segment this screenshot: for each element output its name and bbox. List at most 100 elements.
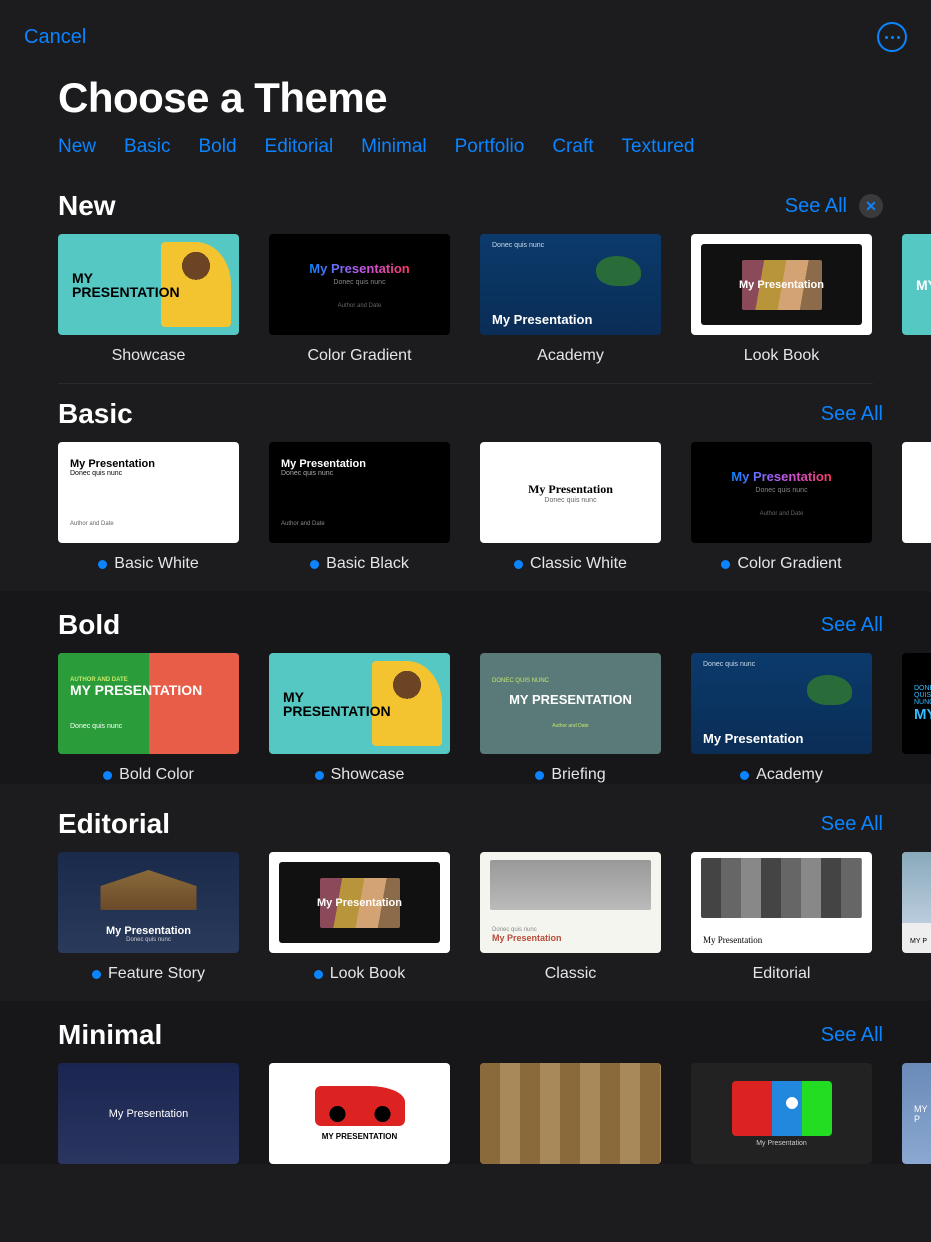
theme-thumbnail: My Presentation Donec quis nunc [480, 442, 661, 543]
theme-thumbnail [480, 1063, 661, 1164]
theme-label: Basic White [114, 555, 198, 573]
section-title-editorial: Editorial [58, 808, 170, 840]
download-indicator-icon [535, 771, 544, 780]
theme-classic-white[interactable]: My Presentation Donec quis nunc Classic … [480, 442, 661, 573]
see-all-editorial[interactable]: See All [821, 813, 883, 836]
theme-thumbnail: My Presentation Donec quis nunc Author a… [691, 442, 872, 543]
category-basic[interactable]: Basic [124, 136, 170, 158]
theme-thumbnail: Donec quis nunc My Presentation [691, 653, 872, 754]
category-craft[interactable]: Craft [552, 136, 593, 158]
theme-thumbnail: DONEC QUIS NUNC MY [902, 653, 931, 754]
see-all-new[interactable]: See All [785, 195, 847, 218]
theme-label: Bold Color [119, 766, 194, 784]
download-indicator-icon [514, 560, 523, 569]
theme-color-gradient[interactable]: My Presentation Donec quis nunc Author a… [269, 234, 450, 365]
theme-label: Showcase [331, 766, 405, 784]
see-all-bold[interactable]: See All [821, 614, 883, 637]
category-minimal[interactable]: Minimal [361, 136, 426, 158]
theme-partial[interactable]: DONEC QUIS NUNC MY [902, 653, 931, 784]
theme-label: Feature Story [108, 965, 205, 983]
theme-minimal-4[interactable]: My Presentation [691, 1063, 872, 1164]
theme-thumbnail: MY PRESENTATION [58, 234, 239, 335]
theme-label: Color Gradient [307, 347, 411, 365]
theme-label: Color Gradient [737, 555, 841, 573]
theme-thumbnail: My Presentation [691, 1063, 872, 1164]
download-indicator-icon [92, 970, 101, 979]
section-editorial: Editorial See All My Presentation Donec … [0, 794, 931, 983]
theme-thumbnail: My Presentation [269, 852, 450, 953]
theme-minimal-2[interactable]: MY PRESENTATION [269, 1063, 450, 1164]
download-indicator-icon [103, 771, 112, 780]
theme-academy-bold[interactable]: Donec quis nunc My Presentation Academy [691, 653, 872, 784]
section-title-basic: Basic [58, 398, 133, 430]
theme-thumbnail: My PresentationDonec quis nunc Author an… [269, 442, 450, 543]
theme-thumbnail: My Presentation Donec quis nunc [58, 852, 239, 953]
theme-partial[interactable]: MY P [902, 1063, 931, 1164]
theme-label: Editorial [753, 965, 811, 983]
theme-thumbnail: My Presentation [58, 1063, 239, 1164]
category-nav: New Basic Bold Editorial Minimal Portfol… [0, 136, 931, 176]
section-minimal: Minimal See All My Presentation MY PRESE… [0, 1001, 931, 1164]
ellipsis-icon [885, 36, 888, 39]
download-indicator-icon [740, 771, 749, 780]
theme-label: Look Book [744, 347, 820, 365]
theme-color-gradient-basic[interactable]: My Presentation Donec quis nunc Author a… [691, 442, 872, 573]
theme-look-book[interactable]: My Presentation Look Book [691, 234, 872, 365]
theme-academy[interactable]: Donec quis nunc My Presentation Academy [480, 234, 661, 365]
category-editorial[interactable]: Editorial [265, 136, 334, 158]
theme-classic[interactable]: Donec quis nunc My Presentation Classic [480, 852, 661, 983]
section-title-minimal: Minimal [58, 1019, 162, 1051]
theme-label: Showcase [112, 347, 186, 365]
download-indicator-icon [315, 771, 324, 780]
section-title-bold: Bold [58, 609, 120, 641]
theme-partial[interactable]: MY [902, 234, 931, 365]
theme-bold-color[interactable]: AUTHOR AND DATE MY PRESENTATION Donec qu… [58, 653, 239, 784]
page-title: Choose a Theme [0, 52, 931, 136]
download-indicator-icon [310, 560, 319, 569]
more-options-button[interactable] [877, 22, 907, 52]
dismiss-new-button[interactable]: ✕ [859, 194, 883, 218]
theme-thumbnail: Donec quis nunc My Presentation [480, 852, 661, 953]
theme-partial[interactable] [902, 442, 931, 573]
theme-label: Academy [537, 347, 604, 365]
theme-basic-black[interactable]: My PresentationDonec quis nunc Author an… [269, 442, 450, 573]
theme-showcase-bold[interactable]: MY PRESENTATION Showcase [269, 653, 450, 784]
theme-minimal-3[interactable] [480, 1063, 661, 1164]
section-new: New See All ✕ MY PRESENTATION Showcase M… [0, 176, 931, 365]
category-bold[interactable]: Bold [198, 136, 236, 158]
theme-editorial[interactable]: My Presentation Editorial [691, 852, 872, 983]
see-all-basic[interactable]: See All [821, 403, 883, 426]
theme-look-book-editorial[interactable]: My Presentation Look Book [269, 852, 450, 983]
theme-thumbnail: Donec quis nunc My Presentation [480, 234, 661, 335]
theme-label: Look Book [330, 965, 406, 983]
theme-minimal-1[interactable]: My Presentation [58, 1063, 239, 1164]
theme-partial[interactable]: MY P [902, 852, 931, 983]
category-textured[interactable]: Textured [622, 136, 695, 158]
download-indicator-icon [314, 970, 323, 979]
category-portfolio[interactable]: Portfolio [455, 136, 525, 158]
theme-thumbnail: MY P [902, 852, 931, 953]
theme-label: Briefing [551, 766, 605, 784]
theme-thumbnail: My Presentation [691, 852, 872, 953]
section-bold: Bold See All AUTHOR AND DATE MY PRESENTA… [0, 591, 931, 784]
theme-feature-story[interactable]: My Presentation Donec quis nunc Feature … [58, 852, 239, 983]
theme-thumbnail: MY PRESENTATION [269, 1063, 450, 1164]
theme-label: Classic White [530, 555, 627, 573]
theme-briefing[interactable]: DONEC QUIS NUNC MY PRESENTATION Author a… [480, 653, 661, 784]
download-indicator-icon [98, 560, 107, 569]
theme-showcase[interactable]: MY PRESENTATION Showcase [58, 234, 239, 365]
theme-basic-white[interactable]: My PresentationDonec quis nunc Author an… [58, 442, 239, 573]
theme-label: Academy [756, 766, 823, 784]
category-new[interactable]: New [58, 136, 96, 158]
theme-thumbnail: MY P [902, 1063, 931, 1164]
theme-thumbnail: MY [902, 234, 931, 335]
download-indicator-icon [721, 560, 730, 569]
theme-thumbnail: DONEC QUIS NUNC MY PRESENTATION Author a… [480, 653, 661, 754]
theme-thumbnail: My PresentationDonec quis nunc Author an… [58, 442, 239, 543]
see-all-minimal[interactable]: See All [821, 1024, 883, 1047]
theme-thumbnail [902, 442, 931, 543]
theme-thumbnail: MY PRESENTATION [269, 653, 450, 754]
theme-thumbnail: AUTHOR AND DATE MY PRESENTATION Donec qu… [58, 653, 239, 754]
cancel-button[interactable]: Cancel [24, 26, 86, 49]
theme-label: Basic Black [326, 555, 409, 573]
